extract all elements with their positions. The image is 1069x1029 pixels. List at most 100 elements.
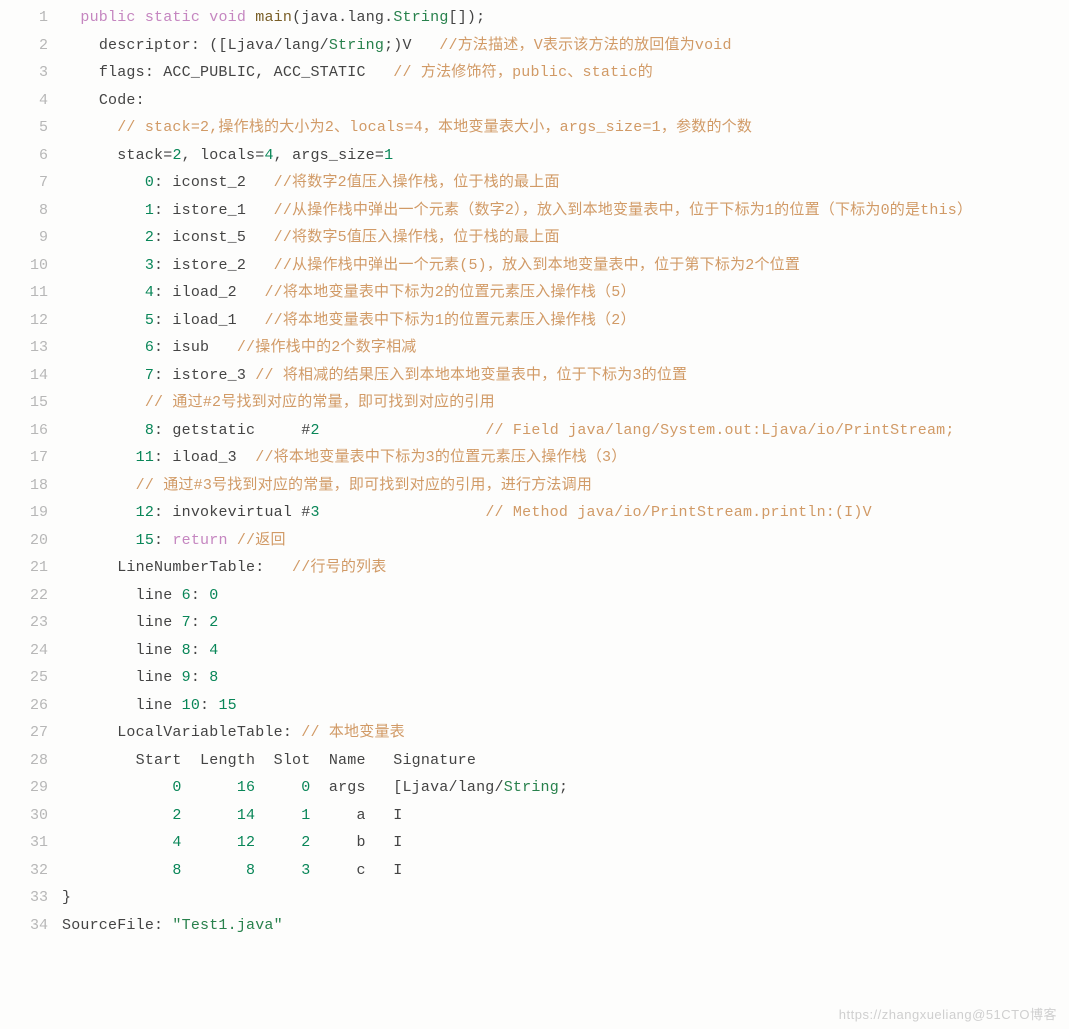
watermark-text: https://zhangxueliang@51CTO博客 xyxy=(839,1004,1057,1023)
code-content: 6: isub //操作栈中的2个数字相减 xyxy=(62,334,1069,362)
line-number: 23 xyxy=(0,609,62,637)
code-line: 1 public static void main(java.lang.Stri… xyxy=(0,4,1069,32)
code-line: 33 } xyxy=(0,884,1069,912)
code-content: 4 12 2 b I xyxy=(62,829,1069,857)
code-line: 5 // stack=2,操作栈的大小为2、locals=4，本地变量表大小，a… xyxy=(0,114,1069,142)
code-content: LocalVariableTable: // 本地变量表 xyxy=(62,719,1069,747)
line-number: 11 xyxy=(0,279,62,307)
code-line: 26 line 10: 15 xyxy=(0,692,1069,720)
code-line: 19 12: invokevirtual #3 // Method java/i… xyxy=(0,499,1069,527)
code-content: 0 16 0 args [Ljava/lang/String; xyxy=(62,774,1069,802)
code-line: 24 line 8: 4 xyxy=(0,637,1069,665)
line-number: 8 xyxy=(0,197,62,225)
code-content: 7: istore_3 // 将相减的结果压入到本地本地变量表中，位于下标为3的… xyxy=(62,362,1069,390)
code-line: 8 1: istore_1 //从操作栈中弹出一个元素（数字2），放入到本地变量… xyxy=(0,197,1069,225)
code-line: 25 line 9: 8 xyxy=(0,664,1069,692)
code-content: // 通过#2号找到对应的常量，即可找到对应的引用 xyxy=(62,389,1069,417)
line-number: 19 xyxy=(0,499,62,527)
code-content: 2: iconst_5 //将数字5值压入操作栈，位于栈的最上面 xyxy=(62,224,1069,252)
code-content: 2 14 1 a I xyxy=(62,802,1069,830)
code-content: LineNumberTable: //行号的列表 xyxy=(62,554,1069,582)
line-number: 22 xyxy=(0,582,62,610)
line-number: 15 xyxy=(0,389,62,417)
code-line: 9 2: iconst_5 //将数字5值压入操作栈，位于栈的最上面 xyxy=(0,224,1069,252)
line-number: 31 xyxy=(0,829,62,857)
code-content: SourceFile: "Test1.java" xyxy=(62,912,1069,940)
code-line: 31 4 12 2 b I xyxy=(0,829,1069,857)
line-number: 14 xyxy=(0,362,62,390)
line-number: 9 xyxy=(0,224,62,252)
line-number: 32 xyxy=(0,857,62,885)
line-number: 7 xyxy=(0,169,62,197)
line-number: 16 xyxy=(0,417,62,445)
line-number: 2 xyxy=(0,32,62,60)
code-content: 4: iload_2 //将本地变量表中下标为2的位置元素压入操作栈（5） xyxy=(62,279,1069,307)
line-number: 13 xyxy=(0,334,62,362)
line-number: 30 xyxy=(0,802,62,830)
line-number: 1 xyxy=(0,4,62,32)
code-content: line 9: 8 xyxy=(62,664,1069,692)
line-number: 33 xyxy=(0,884,62,912)
code-content: flags: ACC_PUBLIC, ACC_STATIC // 方法修饰符，p… xyxy=(62,59,1069,87)
code-content: public static void main(java.lang.String… xyxy=(62,4,1069,32)
code-line: 28 Start Length Slot Name Signature xyxy=(0,747,1069,775)
code-content: descriptor: ([Ljava/lang/String;)V //方法描… xyxy=(62,32,1069,60)
code-line: 2 descriptor: ([Ljava/lang/String;)V //方… xyxy=(0,32,1069,60)
code-line: 10 3: istore_2 //从操作栈中弹出一个元素(5)，放入到本地变量表… xyxy=(0,252,1069,280)
code-content: 12: invokevirtual #3 // Method java/io/P… xyxy=(62,499,1069,527)
code-content: 1: istore_1 //从操作栈中弹出一个元素（数字2），放入到本地变量表中… xyxy=(62,197,1069,225)
code-line: 30 2 14 1 a I xyxy=(0,802,1069,830)
code-content: } xyxy=(62,884,1069,912)
line-number: 4 xyxy=(0,87,62,115)
line-number: 20 xyxy=(0,527,62,555)
code-content: line 6: 0 xyxy=(62,582,1069,610)
code-line: 4 Code: xyxy=(0,87,1069,115)
line-number: 27 xyxy=(0,719,62,747)
code-content: // stack=2,操作栈的大小为2、locals=4，本地变量表大小，arg… xyxy=(62,114,1069,142)
code-line: 13 6: isub //操作栈中的2个数字相减 xyxy=(0,334,1069,362)
line-number: 21 xyxy=(0,554,62,582)
code-content: line 8: 4 xyxy=(62,637,1069,665)
line-number: 28 xyxy=(0,747,62,775)
code-content: 0: iconst_2 //将数字2值压入操作栈，位于栈的最上面 xyxy=(62,169,1069,197)
line-number: 34 xyxy=(0,912,62,940)
code-content: Start Length Slot Name Signature xyxy=(62,747,1069,775)
code-content: stack=2, locals=4, args_size=1 xyxy=(62,142,1069,170)
code-line: 27 LocalVariableTable: // 本地变量表 xyxy=(0,719,1069,747)
code-line: 14 7: istore_3 // 将相减的结果压入到本地本地变量表中，位于下标… xyxy=(0,362,1069,390)
code-line: 18 // 通过#3号找到对应的常量，即可找到对应的引用，进行方法调用 xyxy=(0,472,1069,500)
line-number: 6 xyxy=(0,142,62,170)
line-number: 10 xyxy=(0,252,62,280)
code-line: 29 0 16 0 args [Ljava/lang/String; xyxy=(0,774,1069,802)
code-line: 23 line 7: 2 xyxy=(0,609,1069,637)
code-content: // 通过#3号找到对应的常量，即可找到对应的引用，进行方法调用 xyxy=(62,472,1069,500)
code-editor: 1 public static void main(java.lang.Stri… xyxy=(0,0,1069,949)
line-number: 25 xyxy=(0,664,62,692)
code-line: 20 15: return //返回 xyxy=(0,527,1069,555)
line-number: 18 xyxy=(0,472,62,500)
line-number: 26 xyxy=(0,692,62,720)
code-content: 8: getstatic #2 // Field java/lang/Syste… xyxy=(62,417,1069,445)
code-line: 6 stack=2, locals=4, args_size=1 xyxy=(0,142,1069,170)
code-line: 21 LineNumberTable: //行号的列表 xyxy=(0,554,1069,582)
line-number: 17 xyxy=(0,444,62,472)
code-content: 15: return //返回 xyxy=(62,527,1069,555)
line-number: 5 xyxy=(0,114,62,142)
code-line: 12 5: iload_1 //将本地变量表中下标为1的位置元素压入操作栈（2） xyxy=(0,307,1069,335)
code-line: 17 11: iload_3 //将本地变量表中下标为3的位置元素压入操作栈（3… xyxy=(0,444,1069,472)
code-content: 5: iload_1 //将本地变量表中下标为1的位置元素压入操作栈（2） xyxy=(62,307,1069,335)
code-content: 11: iload_3 //将本地变量表中下标为3的位置元素压入操作栈（3） xyxy=(62,444,1069,472)
code-line: 15 // 通过#2号找到对应的常量，即可找到对应的引用 xyxy=(0,389,1069,417)
line-number: 12 xyxy=(0,307,62,335)
code-content: line 7: 2 xyxy=(62,609,1069,637)
line-number: 29 xyxy=(0,774,62,802)
line-number: 24 xyxy=(0,637,62,665)
code-content: 3: istore_2 //从操作栈中弹出一个元素(5)，放入到本地变量表中，位… xyxy=(62,252,1069,280)
code-content: 8 8 3 c I xyxy=(62,857,1069,885)
code-content: line 10: 15 xyxy=(62,692,1069,720)
code-line: 16 8: getstatic #2 // Field java/lang/Sy… xyxy=(0,417,1069,445)
code-line: 34 SourceFile: "Test1.java" xyxy=(0,912,1069,940)
code-line: 32 8 8 3 c I xyxy=(0,857,1069,885)
code-line: 11 4: iload_2 //将本地变量表中下标为2的位置元素压入操作栈（5） xyxy=(0,279,1069,307)
line-number: 3 xyxy=(0,59,62,87)
